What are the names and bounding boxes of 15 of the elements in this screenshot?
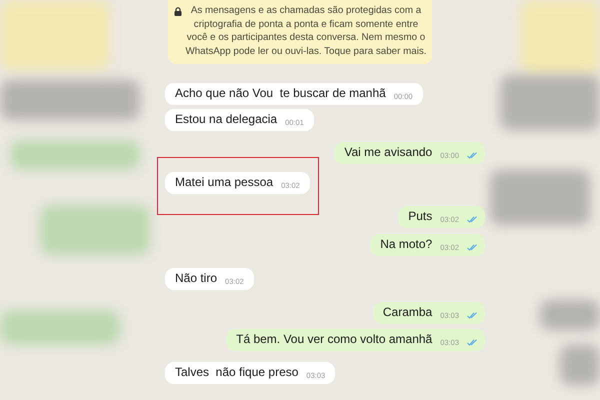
encryption-notice[interactable] bbox=[168, 0, 432, 64]
message-text: Acho que não Vou te buscar de manhã bbox=[175, 86, 386, 101]
message-text: Na moto? bbox=[380, 237, 432, 252]
redacted-area bbox=[540, 300, 600, 330]
message-text: Não tiro bbox=[175, 271, 218, 286]
message-text: Caramba bbox=[382, 305, 432, 320]
message-text: Talves não fique preso bbox=[175, 365, 298, 380]
message-text: Tá bem. Vou ver como volto amanhã bbox=[236, 332, 432, 347]
message-text: Estou na delegacia bbox=[175, 112, 278, 127]
message-text: Matei uma pessoa bbox=[175, 175, 274, 190]
message-text: Puts bbox=[408, 209, 432, 224]
encryption-notice-text: As mensagens e as chamadas são protegidas com a criptografia de ponta a ponta e ficam somente entre você e os participantes desta conversa. Nem mesmo o WhatsApp pode ler ou ouvi-las. Toque para saber mais. bbox=[184, 4, 428, 58]
redacted-area bbox=[560, 345, 600, 385]
message-text: Vai me avisando bbox=[344, 145, 432, 160]
lock-icon bbox=[174, 7, 182, 16]
